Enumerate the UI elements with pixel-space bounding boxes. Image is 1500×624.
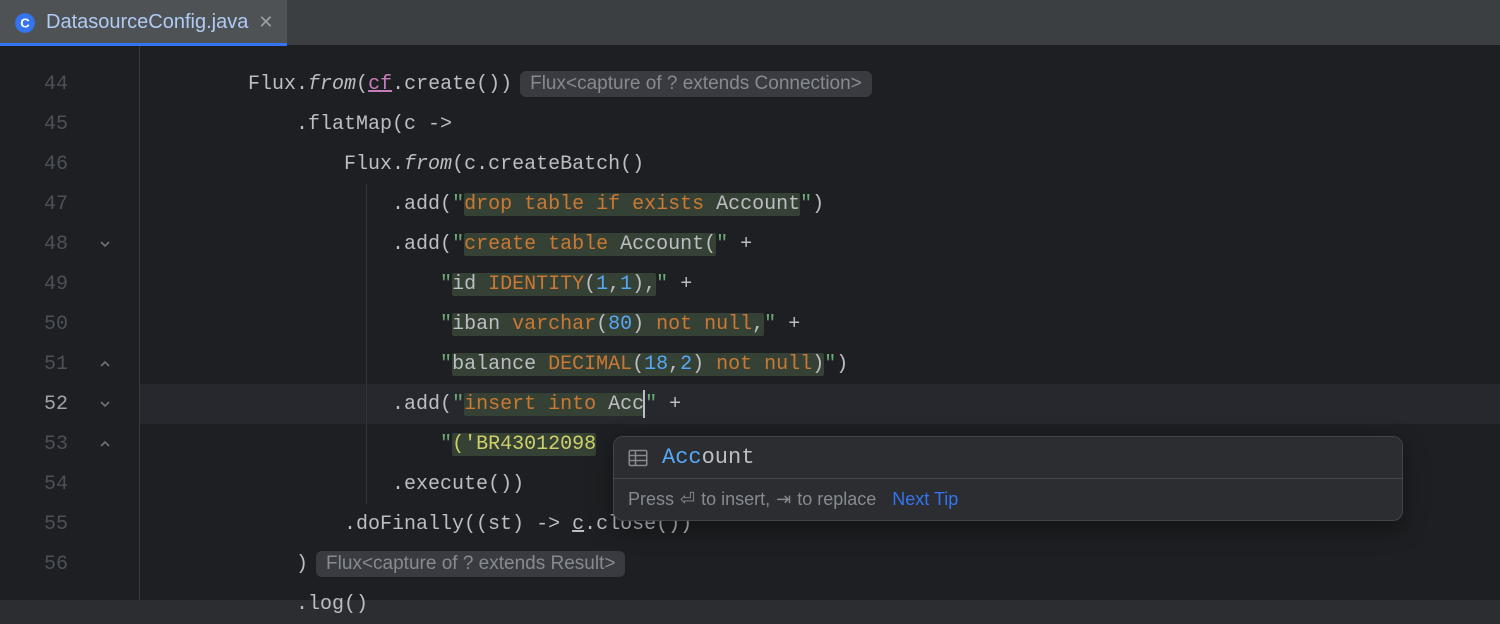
code-line[interactable]: .flatMap(c -> bbox=[140, 104, 1500, 144]
close-icon[interactable]: ✕ bbox=[258, 12, 273, 34]
code-line[interactable]: "balance DECIMAL(18,2) not null)") bbox=[140, 344, 1500, 384]
line-number[interactable]: 54 bbox=[0, 464, 118, 504]
code-line[interactable]: Flux.from(cf.create()) Flux<capture of ?… bbox=[140, 64, 1500, 104]
java-class-icon: C bbox=[14, 12, 36, 34]
line-number[interactable]: 45 bbox=[0, 104, 118, 144]
code-line[interactable]: ) Flux<capture of ? extends Result> bbox=[140, 544, 1500, 584]
line-number[interactable]: 44 bbox=[0, 64, 118, 104]
code-line[interactable]: .add("create table Account(" + bbox=[140, 224, 1500, 264]
tab-key-icon: ⇥ bbox=[776, 489, 791, 510]
completion-item[interactable]: Account bbox=[614, 437, 1402, 478]
enter-key-icon: ⏎ bbox=[680, 489, 695, 510]
fold-marker-icon[interactable] bbox=[96, 395, 114, 413]
line-number[interactable]: 52 bbox=[0, 384, 118, 424]
code-line[interactable]: "iban varchar(80) not null," + bbox=[140, 304, 1500, 344]
fold-end-marker-icon[interactable] bbox=[96, 355, 114, 373]
gutter-margin bbox=[118, 46, 140, 600]
code-line[interactable]: Flux.from(c.createBatch() bbox=[140, 144, 1500, 184]
type-hint-inlay: Flux<capture of ? extends Result> bbox=[316, 551, 625, 577]
code-line[interactable]: .add("insert into Acc" + bbox=[140, 384, 1500, 424]
code-line[interactable]: .add("drop table if exists Account") bbox=[140, 184, 1500, 224]
editor-tab-label: DatasourceConfig.java bbox=[46, 11, 248, 34]
gutter: 44 45 46 47 48 49 50 51 52 53 54 55 56 bbox=[0, 46, 118, 600]
line-number[interactable]: 50 bbox=[0, 304, 118, 344]
line-number[interactable]: 47 bbox=[0, 184, 118, 224]
line-number[interactable]: 56 bbox=[0, 544, 118, 584]
type-hint-inlay: Flux<capture of ? extends Connection> bbox=[520, 71, 872, 97]
editor-tab[interactable]: C DatasourceConfig.java ✕ bbox=[0, 0, 287, 45]
line-number[interactable]: 46 bbox=[0, 144, 118, 184]
line-number[interactable]: 53 bbox=[0, 424, 118, 464]
line-number[interactable]: 49 bbox=[0, 264, 118, 304]
fold-marker-icon[interactable] bbox=[96, 235, 114, 253]
svg-text:C: C bbox=[20, 15, 30, 30]
completion-item-label: Account bbox=[662, 445, 754, 470]
completion-hint: Press ⏎ to insert, ⇥ to replace Next Tip bbox=[614, 478, 1402, 520]
fold-end-marker-icon[interactable] bbox=[96, 435, 114, 453]
tab-bar: C DatasourceConfig.java ✕ bbox=[0, 0, 1500, 46]
line-number[interactable]: 51 bbox=[0, 344, 118, 384]
editor: 44 45 46 47 48 49 50 51 52 53 54 55 56 F… bbox=[0, 46, 1500, 600]
code-line[interactable]: "id IDENTITY(1,1)," + bbox=[140, 264, 1500, 304]
next-tip-link[interactable]: Next Tip bbox=[892, 489, 958, 510]
completion-popup: Account Press ⏎ to insert, ⇥ to replace … bbox=[613, 436, 1403, 521]
line-number[interactable]: 48 bbox=[0, 224, 118, 264]
code-line[interactable]: .log() bbox=[140, 584, 1500, 624]
table-icon bbox=[628, 448, 650, 468]
line-number[interactable]: 55 bbox=[0, 504, 118, 544]
